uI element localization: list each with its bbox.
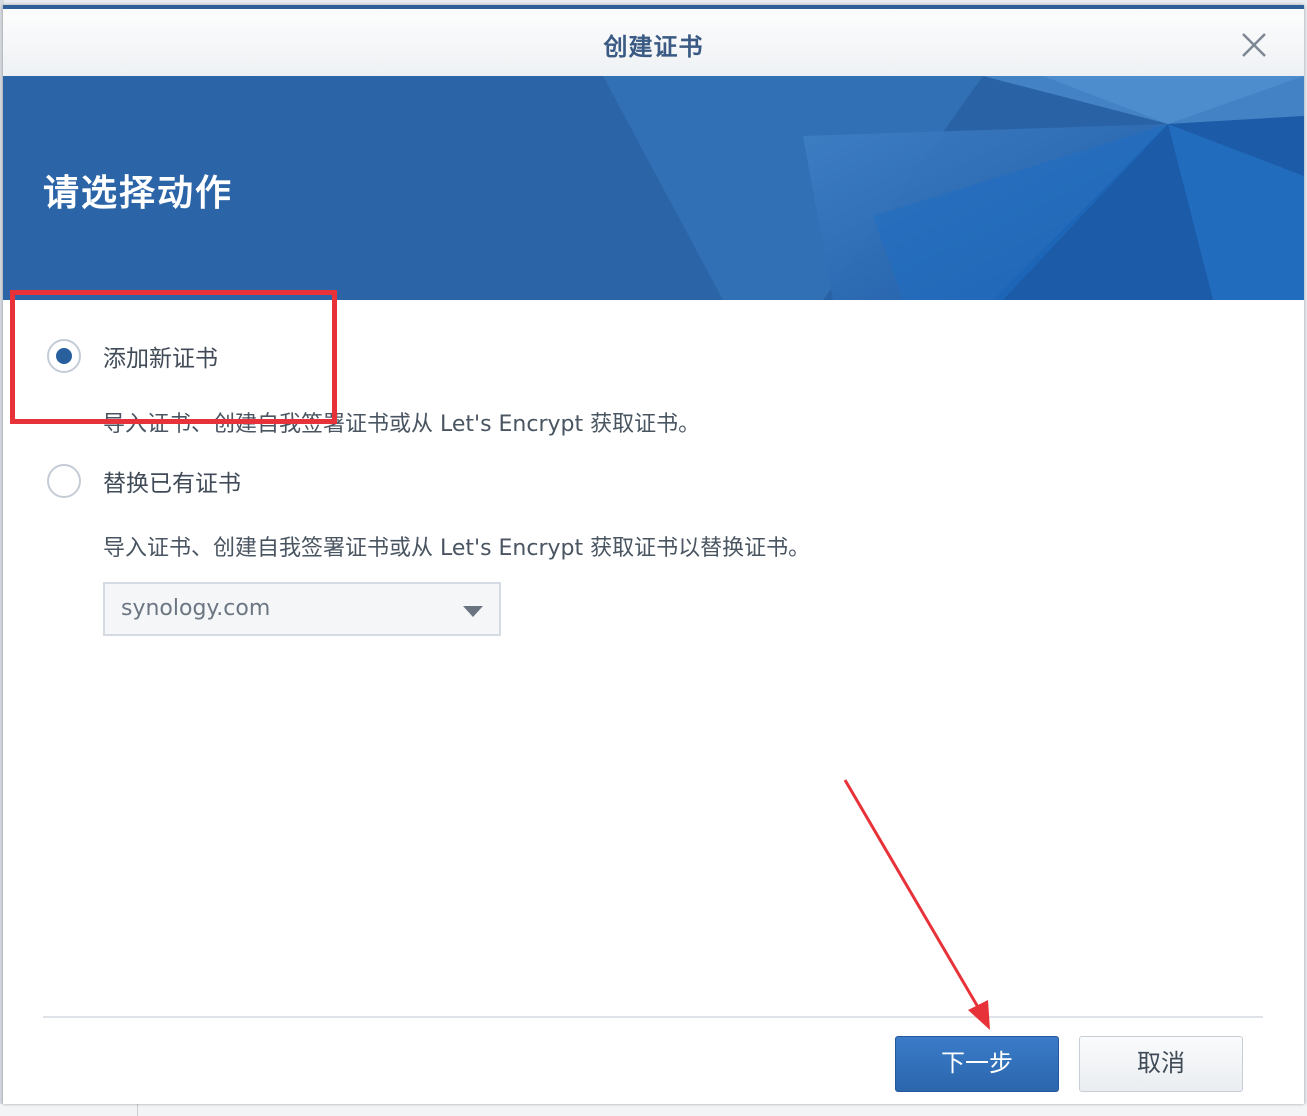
next-button[interactable]: 下一步 <box>895 1036 1059 1092</box>
dialog-titlebar: 创建证书 <box>3 9 1304 77</box>
background-window-bottom <box>0 1104 1307 1116</box>
footer-divider <box>43 1016 1263 1018</box>
option-add-new-certificate[interactable]: 添加新证书 <box>47 339 218 373</box>
wizard-banner: 请选择动作 <box>3 76 1304 300</box>
create-certificate-dialog: 创建证书 请选择动作 添加新证书 导入证书、创建自我签署证书或从 Let's E… <box>3 5 1304 1104</box>
close-icon[interactable] <box>1238 29 1270 61</box>
option-label: 添加新证书 <box>103 346 218 372</box>
banner-title: 请选择动作 <box>43 173 234 214</box>
certificate-select[interactable]: synology.com <box>103 582 501 636</box>
radio-replace-existing-certificate[interactable] <box>47 464 81 498</box>
option-replace-existing-certificate[interactable]: 替换已有证书 <box>47 464 241 498</box>
certificate-select-value: synology.com <box>121 596 271 621</box>
cancel-button[interactable]: 取消 <box>1079 1036 1243 1092</box>
option-description: 导入证书、创建自我签署证书或从 Let's Encrypt 获取证书。 <box>103 412 701 437</box>
radio-add-new-certificate[interactable] <box>47 339 81 373</box>
dialog-title: 创建证书 <box>603 33 704 61</box>
chevron-down-icon <box>463 606 483 617</box>
option-label: 替换已有证书 <box>103 471 241 497</box>
option-description: 导入证书、创建自我签署证书或从 Let's Encrypt 获取证书以替换证书。 <box>103 536 811 561</box>
